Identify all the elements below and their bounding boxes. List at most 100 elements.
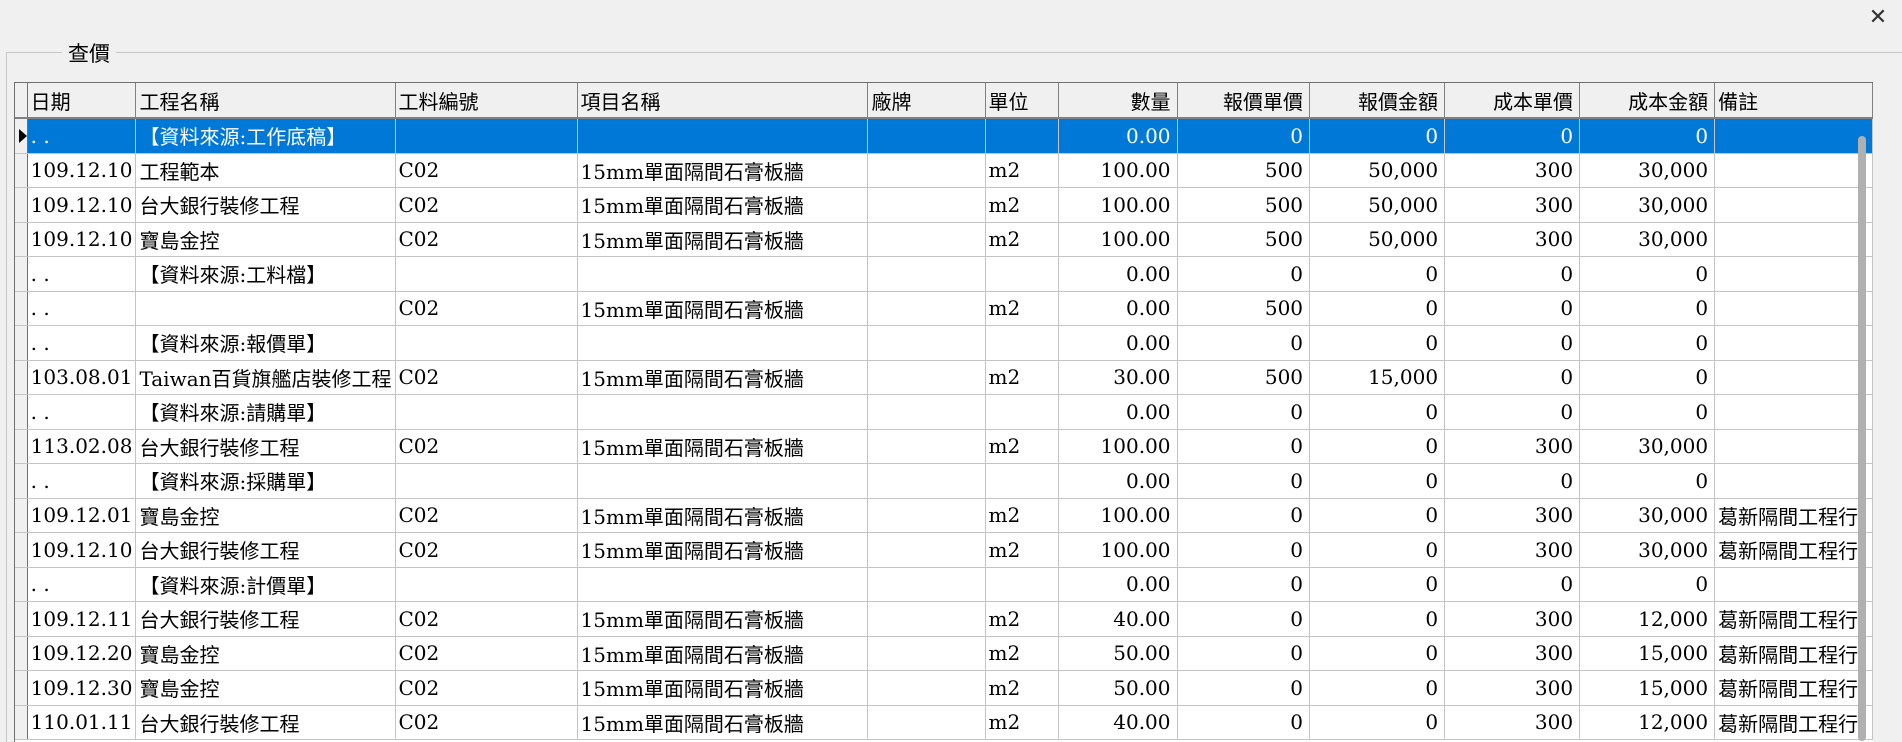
cell-qty[interactable]: 0.00 bbox=[1058, 325, 1178, 361]
cell-note[interactable]: 葛新隔間工程行 bbox=[1714, 705, 1873, 740]
cell-item[interactable] bbox=[577, 394, 869, 430]
cell-project[interactable]: 【資料來源:計價單】 bbox=[135, 567, 396, 602]
cell-date[interactable]: 109.12.10 bbox=[27, 222, 137, 257]
cell-note[interactable]: 葛新隔間工程行 bbox=[1714, 636, 1873, 671]
cell-unit[interactable] bbox=[985, 118, 1060, 154]
cell-note[interactable]: 葛新隔間工程行 bbox=[1714, 532, 1873, 568]
cell-qprice[interactable]: 0 bbox=[1177, 636, 1311, 671]
column-header-qamt[interactable]: 報價金額 bbox=[1309, 83, 1446, 119]
cell-code[interactable]: C02 bbox=[395, 670, 578, 706]
cell-item[interactable]: 15mm單面隔間石膏板牆 bbox=[577, 601, 869, 637]
cell-brand[interactable] bbox=[867, 532, 986, 568]
cell-camt[interactable]: 30,000 bbox=[1579, 498, 1716, 533]
table-row[interactable]: . . 【資料來源:報價單】 0.00 0 0 0 0 bbox=[15, 325, 1873, 361]
cell-camt[interactable]: 0 bbox=[1579, 291, 1716, 326]
cell-item[interactable]: 15mm單面隔間石膏板牆 bbox=[577, 532, 869, 568]
cell-code[interactable]: C02 bbox=[395, 429, 578, 464]
cell-unit[interactable] bbox=[985, 325, 1060, 361]
cell-unit[interactable]: m2 bbox=[985, 429, 1060, 464]
cell-brand[interactable] bbox=[867, 222, 986, 257]
cell-unit[interactable]: m2 bbox=[985, 153, 1060, 188]
table-row[interactable]: . . 【資料來源:工料檔】 0.00 0 0 0 0 bbox=[15, 256, 1873, 292]
cell-item[interactable] bbox=[577, 463, 869, 499]
cell-unit[interactable]: m2 bbox=[985, 636, 1060, 671]
cell-qty[interactable]: 50.00 bbox=[1058, 670, 1178, 706]
cell-project[interactable]: 寶島金控 bbox=[135, 498, 396, 533]
cell-code[interactable]: C02 bbox=[395, 360, 578, 395]
cell-qprice[interactable]: 0 bbox=[1177, 498, 1311, 533]
cell-date[interactable]: . . bbox=[27, 291, 137, 326]
column-header-qprice[interactable]: 報價單價 bbox=[1177, 83, 1311, 119]
row-indicator[interactable] bbox=[15, 705, 28, 740]
cell-qamt[interactable]: 0 bbox=[1309, 325, 1446, 361]
cell-qprice[interactable]: 500 bbox=[1177, 291, 1311, 326]
cell-cprice[interactable]: 300 bbox=[1444, 601, 1581, 637]
cell-qprice[interactable]: 0 bbox=[1177, 670, 1311, 706]
cell-date[interactable]: 110.01.11 bbox=[27, 705, 137, 740]
cell-qamt[interactable]: 50,000 bbox=[1309, 153, 1446, 188]
row-indicator[interactable] bbox=[15, 325, 28, 361]
cell-note[interactable] bbox=[1714, 256, 1873, 292]
cell-cprice[interactable]: 300 bbox=[1444, 498, 1581, 533]
cell-qamt[interactable]: 0 bbox=[1309, 429, 1446, 464]
cell-camt[interactable]: 30,000 bbox=[1579, 429, 1716, 464]
cell-date[interactable]: . . bbox=[27, 118, 137, 154]
cell-qty[interactable]: 100.00 bbox=[1058, 532, 1178, 568]
cell-date[interactable]: . . bbox=[27, 256, 137, 292]
table-row[interactable]: . . C02 15mm單面隔間石膏板牆 m2 0.00 500 0 0 0 bbox=[15, 291, 1873, 326]
cell-item[interactable] bbox=[577, 567, 869, 602]
cell-camt[interactable]: 12,000 bbox=[1579, 601, 1716, 637]
column-header-unit[interactable]: 單位 bbox=[985, 83, 1060, 119]
cell-code[interactable]: C02 bbox=[395, 222, 578, 257]
cell-camt[interactable]: 0 bbox=[1579, 325, 1716, 361]
cell-unit[interactable]: m2 bbox=[985, 222, 1060, 257]
cell-code[interactable]: C02 bbox=[395, 532, 578, 568]
cell-qty[interactable]: 30.00 bbox=[1058, 360, 1178, 395]
cell-note[interactable] bbox=[1714, 325, 1873, 361]
cell-item[interactable]: 15mm單面隔間石膏板牆 bbox=[577, 360, 869, 395]
cell-camt[interactable]: 30,000 bbox=[1579, 187, 1716, 223]
cell-code[interactable]: C02 bbox=[395, 153, 578, 188]
cell-cprice[interactable]: 300 bbox=[1444, 187, 1581, 223]
cell-date[interactable]: 113.02.08 bbox=[27, 429, 137, 464]
cell-brand[interactable] bbox=[867, 187, 986, 223]
cell-item[interactable]: 15mm單面隔間石膏板牆 bbox=[577, 636, 869, 671]
cell-qamt[interactable]: 0 bbox=[1309, 291, 1446, 326]
cell-qty[interactable]: 100.00 bbox=[1058, 222, 1178, 257]
cell-qty[interactable]: 100.00 bbox=[1058, 429, 1178, 464]
cell-qamt[interactable]: 0 bbox=[1309, 705, 1446, 740]
cell-cprice[interactable]: 0 bbox=[1444, 394, 1581, 430]
table-row[interactable]: 109.12.11 台大銀行裝修工程 C02 15mm單面隔間石膏板牆 m2 40.00 0… bbox=[15, 601, 1873, 637]
row-indicator[interactable] bbox=[15, 498, 28, 533]
cell-project[interactable]: 寶島金控 bbox=[135, 636, 396, 671]
cell-project[interactable]: 【資料來源:採購單】 bbox=[135, 463, 396, 499]
cell-qty[interactable]: 100.00 bbox=[1058, 498, 1178, 533]
column-header-date[interactable]: 日期 bbox=[27, 83, 137, 119]
row-indicator[interactable] bbox=[15, 532, 28, 568]
cell-brand[interactable] bbox=[867, 153, 986, 188]
cell-camt[interactable]: 0 bbox=[1579, 256, 1716, 292]
row-indicator[interactable] bbox=[15, 670, 28, 706]
cell-camt[interactable]: 30,000 bbox=[1579, 532, 1716, 568]
row-indicator[interactable] bbox=[15, 256, 28, 292]
cell-project[interactable]: 台大銀行裝修工程 bbox=[135, 601, 396, 637]
cell-qty[interactable]: 0.00 bbox=[1058, 394, 1178, 430]
cell-date[interactable]: 109.12.20 bbox=[27, 636, 137, 671]
cell-camt[interactable]: 30,000 bbox=[1579, 153, 1716, 188]
cell-date[interactable]: 109.12.10 bbox=[27, 153, 137, 188]
cell-brand[interactable] bbox=[867, 567, 986, 602]
cell-brand[interactable] bbox=[867, 705, 986, 740]
table-row[interactable]: 109.12.01 寶島金控 C02 15mm單面隔間石膏板牆 m2 100.00 0 0 30… bbox=[15, 498, 1873, 533]
cell-qamt[interactable]: 0 bbox=[1309, 394, 1446, 430]
cell-qty[interactable]: 0.00 bbox=[1058, 118, 1178, 154]
table-row[interactable]: . . 【資料來源:採購單】 0.00 0 0 0 0 bbox=[15, 463, 1873, 499]
cell-qprice[interactable]: 0 bbox=[1177, 394, 1311, 430]
cell-unit[interactable]: m2 bbox=[985, 601, 1060, 637]
cell-item[interactable] bbox=[577, 256, 869, 292]
cell-project[interactable]: 工程範本 bbox=[135, 153, 396, 188]
cell-cprice[interactable]: 0 bbox=[1444, 118, 1581, 154]
cell-qprice[interactable]: 0 bbox=[1177, 705, 1311, 740]
cell-cprice[interactable]: 300 bbox=[1444, 153, 1581, 188]
vertical-scrollbar-thumb[interactable] bbox=[1858, 136, 1866, 741]
row-indicator[interactable] bbox=[15, 222, 28, 257]
